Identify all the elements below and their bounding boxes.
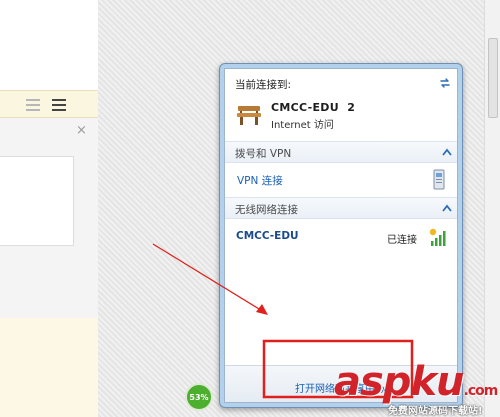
document-content-box bbox=[0, 156, 74, 246]
network-flyout: 当前连接到: CMCC-EDU 2 Internet 访问 拨号和 VPN VP… bbox=[219, 63, 463, 408]
wifi-signal-icon bbox=[429, 228, 446, 246]
bench-network-icon bbox=[237, 106, 261, 125]
chevron-up-icon[interactable] bbox=[442, 204, 452, 212]
document-bottom-area bbox=[0, 318, 98, 417]
connected-network-status: Internet 访问 bbox=[271, 120, 334, 131]
progress-badge[interactable]: 53% bbox=[185, 383, 213, 411]
scrollbar[interactable] bbox=[484, 0, 500, 417]
scrollbar-thumb[interactable] bbox=[488, 38, 498, 118]
close-icon[interactable]: × bbox=[76, 124, 87, 137]
wifi-network-name: CMCC-EDU bbox=[236, 230, 299, 242]
document-top-area bbox=[0, 0, 98, 90]
wifi-network-status: 已连接 bbox=[387, 235, 417, 246]
connected-network-name: CMCC-EDU 2 bbox=[271, 101, 356, 114]
watermark-subtitle: 免费网站源码下载站! bbox=[388, 406, 483, 417]
wifi-network-item[interactable]: CMCC-EDU 已连接 bbox=[225, 221, 457, 251]
chevron-up-icon[interactable] bbox=[442, 148, 452, 156]
refresh-icon[interactable] bbox=[439, 77, 451, 89]
current-connection-title: 当前连接到: bbox=[235, 79, 292, 91]
dialup-vpn-section[interactable]: 拨号和 VPN bbox=[225, 141, 457, 163]
document-toolbar bbox=[0, 90, 98, 118]
dialup-vpn-label: 拨号和 VPN bbox=[235, 148, 292, 160]
watermark-logo: aspku.com bbox=[334, 359, 498, 405]
wireless-section-label: 无线网络连接 bbox=[235, 204, 298, 216]
vpn-connection-link[interactable]: VPN 连接 bbox=[237, 173, 283, 188]
document-window: × bbox=[0, 0, 98, 417]
vpn-device-icon bbox=[433, 169, 445, 190]
network-flyout-panel: 当前连接到: CMCC-EDU 2 Internet 访问 拨号和 VPN VP… bbox=[224, 68, 458, 403]
wireless-section[interactable]: 无线网络连接 bbox=[225, 197, 457, 219]
bulleted-list-icon[interactable] bbox=[52, 99, 66, 111]
numbered-list-icon[interactable] bbox=[26, 99, 40, 111]
